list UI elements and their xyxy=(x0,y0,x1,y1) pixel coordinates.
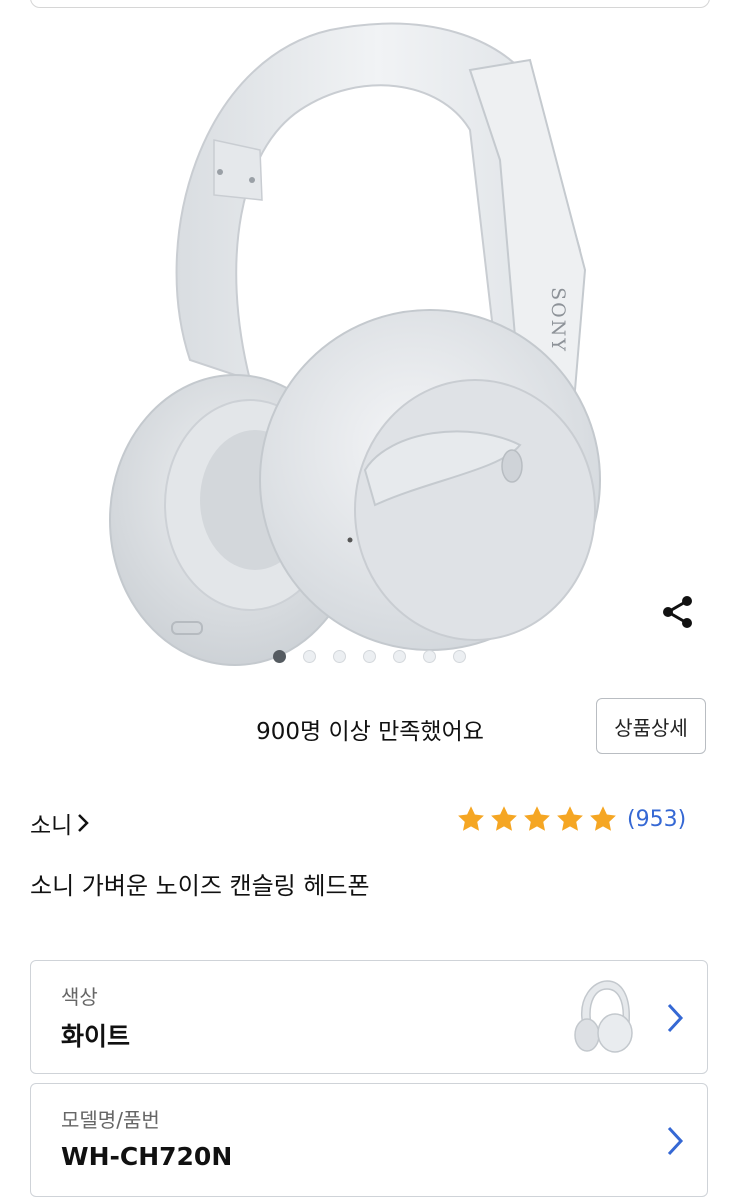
brand-name: 소니 xyxy=(30,813,73,839)
rating[interactable]: (953) xyxy=(456,802,686,836)
option-value: 화이트 xyxy=(61,1022,131,1051)
option-label: 색상 xyxy=(61,985,98,1009)
carousel-dot[interactable] xyxy=(393,650,406,663)
star-icon xyxy=(524,806,550,831)
color-option-card[interactable]: 색상 화이트 xyxy=(30,960,708,1074)
brand-mark-text: SONY xyxy=(547,287,569,353)
carousel-indicator xyxy=(0,650,740,666)
option-value: WH-CH720N xyxy=(61,1142,233,1171)
share-button[interactable] xyxy=(654,588,702,636)
star-icon xyxy=(557,806,583,831)
review-count[interactable]: (953) xyxy=(627,807,686,832)
chevron-right-icon xyxy=(667,1126,684,1156)
model-option-card[interactable]: 모델명/품번 WH-CH720N xyxy=(30,1083,708,1197)
carousel-dot[interactable] xyxy=(363,650,376,663)
carousel-dot[interactable] xyxy=(453,650,466,663)
option-label: 모델명/품번 xyxy=(61,1108,160,1132)
star-icon xyxy=(458,806,484,831)
satisfaction-suffix: 만족했어요 xyxy=(370,719,484,745)
carousel-dot[interactable] xyxy=(273,650,286,663)
carousel-dot[interactable] xyxy=(333,650,346,663)
product-title: 소니 가벼운 노이즈 캔슬링 헤드폰 xyxy=(30,872,370,900)
satisfaction-text: 900명 이상 만족했어요 xyxy=(170,712,570,746)
brand-link[interactable]: 소니 xyxy=(30,806,90,840)
chevron-right-icon xyxy=(667,1003,684,1033)
carousel-dot[interactable] xyxy=(423,650,436,663)
product-image-carousel[interactable]: SONY xyxy=(0,0,740,680)
chevron-right-icon xyxy=(78,814,90,832)
carousel-dot[interactable] xyxy=(303,650,316,663)
share-icon xyxy=(663,596,692,628)
headphones-image: SONY xyxy=(109,22,601,666)
color-thumbnail xyxy=(574,980,633,1053)
satisfaction-count: 900명 이상 xyxy=(256,719,371,745)
star-icon xyxy=(491,806,517,831)
star-icon xyxy=(590,806,616,831)
product-detail-button[interactable]: 상품상세 xyxy=(596,698,706,754)
